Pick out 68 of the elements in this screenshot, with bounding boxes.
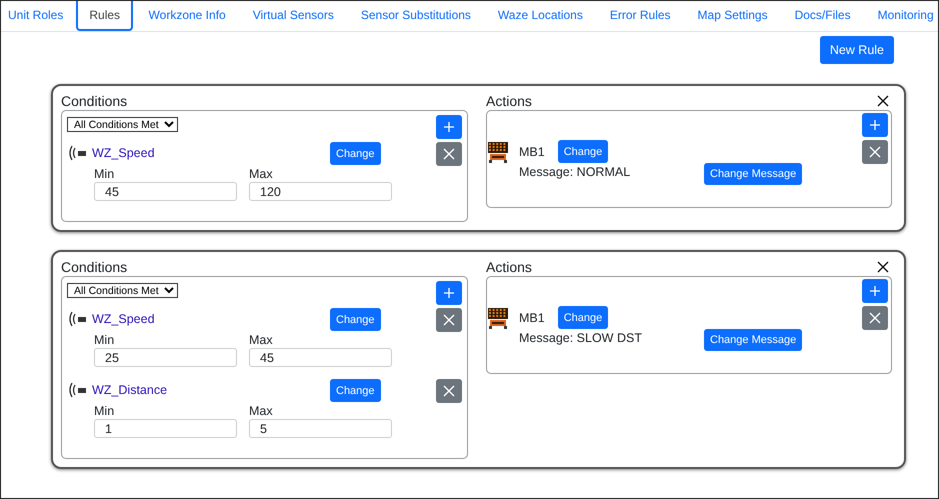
sensor-link[interactable]: WZ_Speed xyxy=(92,312,155,326)
number-field[interactable]: 1 xyxy=(94,419,237,438)
field-label: Max xyxy=(249,403,274,419)
plus-icon xyxy=(442,120,456,134)
nav-tab[interactable]: Monitoring xyxy=(864,1,938,31)
add-button[interactable] xyxy=(436,281,462,305)
section-heading: Actions xyxy=(486,92,532,110)
nav-tab[interactable]: Error Rules xyxy=(596,1,684,31)
change-button[interactable]: Change xyxy=(330,308,381,331)
field-label: Max xyxy=(249,332,274,348)
plus-icon xyxy=(868,118,882,132)
number-field[interactable]: 120 xyxy=(249,182,392,201)
nav-tab[interactable]: Workzone Info xyxy=(135,1,240,31)
remove-button[interactable] xyxy=(436,308,462,332)
cross-icon xyxy=(868,311,882,325)
number-field[interactable]: 45 xyxy=(94,182,237,201)
sensor-icon xyxy=(67,310,87,328)
section-heading: Conditions xyxy=(61,258,128,276)
section-heading: Conditions xyxy=(61,92,128,110)
field-label: Min xyxy=(94,332,116,348)
number-field[interactable]: 5 xyxy=(249,419,392,438)
condition-mode-dropdown[interactable]: All Conditions Met xyxy=(67,283,178,298)
remove-button[interactable] xyxy=(436,379,462,403)
change-button[interactable]: Change xyxy=(558,306,608,329)
plus-icon xyxy=(868,284,882,298)
message-board-icon xyxy=(488,142,508,163)
condition-mode-dropdown[interactable]: All Conditions Met xyxy=(67,117,178,132)
add-button[interactable] xyxy=(862,113,888,137)
field-label: Max xyxy=(249,166,274,182)
field-label: Min xyxy=(94,166,116,182)
device-name: MB1 xyxy=(519,144,545,158)
nav-tab[interactable]: Unit Roles xyxy=(1,1,74,31)
close-icon[interactable] xyxy=(877,95,889,107)
cross-icon xyxy=(442,384,456,398)
message-text: Message: NORMAL xyxy=(519,165,632,179)
cross-icon xyxy=(868,145,882,159)
remove-button[interactable] xyxy=(862,140,888,164)
nav-tab[interactable]: Sensor Substitutions xyxy=(347,1,484,31)
plus-icon xyxy=(442,286,456,300)
message-text: Message: SLOW DST xyxy=(519,331,643,345)
sensor-link[interactable]: WZ_Speed xyxy=(92,146,155,160)
nav-tab[interactable]: Rules xyxy=(76,1,134,31)
cross-icon xyxy=(442,147,456,161)
change-message-button[interactable]: Change Message xyxy=(704,329,802,351)
remove-button[interactable] xyxy=(862,306,888,330)
close-icon[interactable] xyxy=(877,261,889,273)
change-button[interactable]: Change xyxy=(558,140,608,163)
sensor-link[interactable]: WZ_Distance xyxy=(92,382,168,396)
new-rule-button[interactable]: New Rule xyxy=(820,36,894,64)
remove-button[interactable] xyxy=(436,142,462,166)
nav-tab[interactable]: Virtual Sensors xyxy=(239,1,348,31)
add-button[interactable] xyxy=(436,115,462,139)
sensor-icon xyxy=(67,381,87,399)
change-message-button[interactable]: Change Message xyxy=(704,163,802,185)
nav-tab[interactable]: Waze Locations xyxy=(484,1,596,31)
change-button[interactable]: Change xyxy=(330,142,381,165)
number-field[interactable]: 25 xyxy=(94,348,237,367)
change-button[interactable]: Change xyxy=(330,379,381,402)
field-label: Min xyxy=(94,403,116,419)
message-board-icon xyxy=(488,308,508,329)
section-heading: Actions xyxy=(486,258,532,276)
number-field[interactable]: 45 xyxy=(249,348,392,367)
nav-tab[interactable]: Docs/Files xyxy=(781,1,864,31)
nav-tab[interactable]: Map Settings xyxy=(684,1,782,31)
add-button[interactable] xyxy=(862,279,888,303)
sensor-icon xyxy=(67,144,87,162)
cross-icon xyxy=(442,313,456,327)
device-name: MB1 xyxy=(519,310,545,324)
